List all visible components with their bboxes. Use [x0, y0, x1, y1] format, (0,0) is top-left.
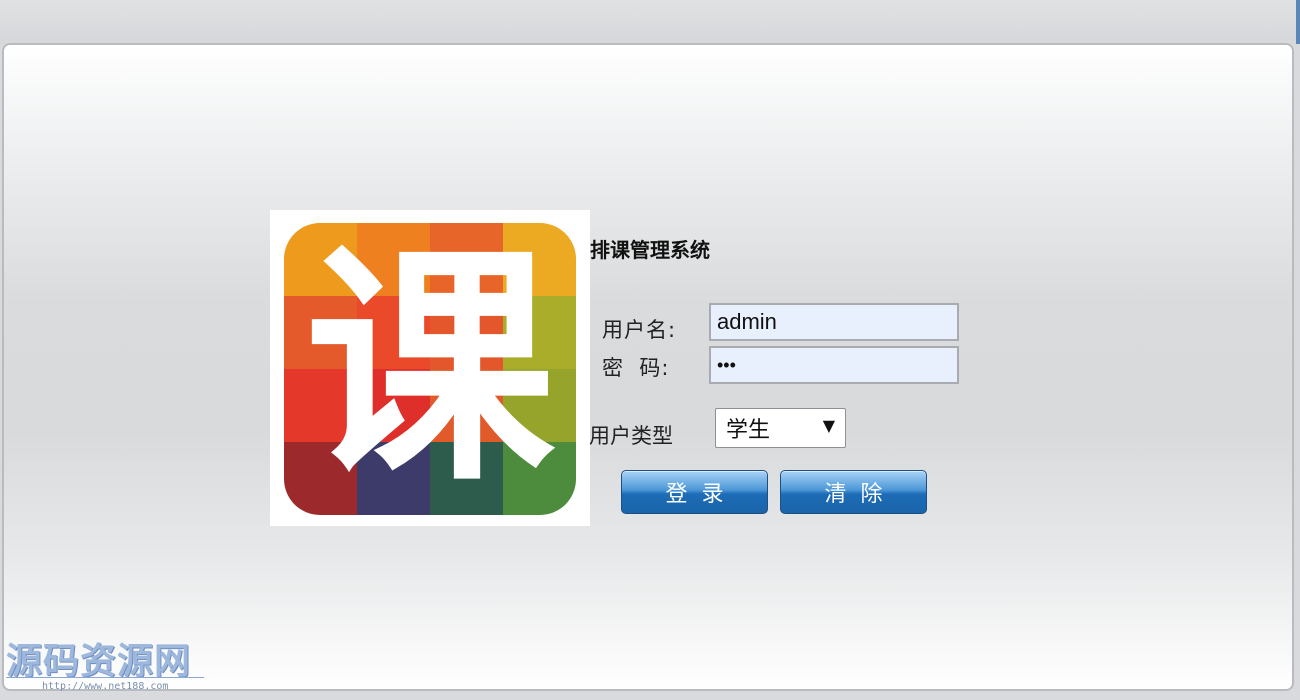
login-button[interactable]: 登录 [621, 470, 768, 514]
watermark-url: http://www.net188.com [42, 681, 169, 692]
chevron-down-icon: ▼ [822, 416, 835, 435]
logo-character: 课 [305, 223, 555, 514]
clear-button[interactable]: 清除 [780, 470, 927, 514]
usertype-selected: 学生 [726, 418, 771, 443]
password-label: 密 码: [602, 356, 670, 380]
logo: 课 [270, 210, 590, 526]
top-strip [0, 0, 1300, 44]
page-title: 排课管理系统 [590, 238, 710, 262]
window-edge [1296, 0, 1300, 44]
username-label: 用户名: [602, 318, 677, 342]
usertype-label: 用户类型 [589, 424, 673, 448]
usertype-select[interactable]: 学生 ▼ [715, 408, 846, 448]
username-input[interactable] [709, 303, 959, 341]
password-input[interactable]: ••• [709, 346, 959, 384]
watermark-divider [6, 677, 204, 678]
